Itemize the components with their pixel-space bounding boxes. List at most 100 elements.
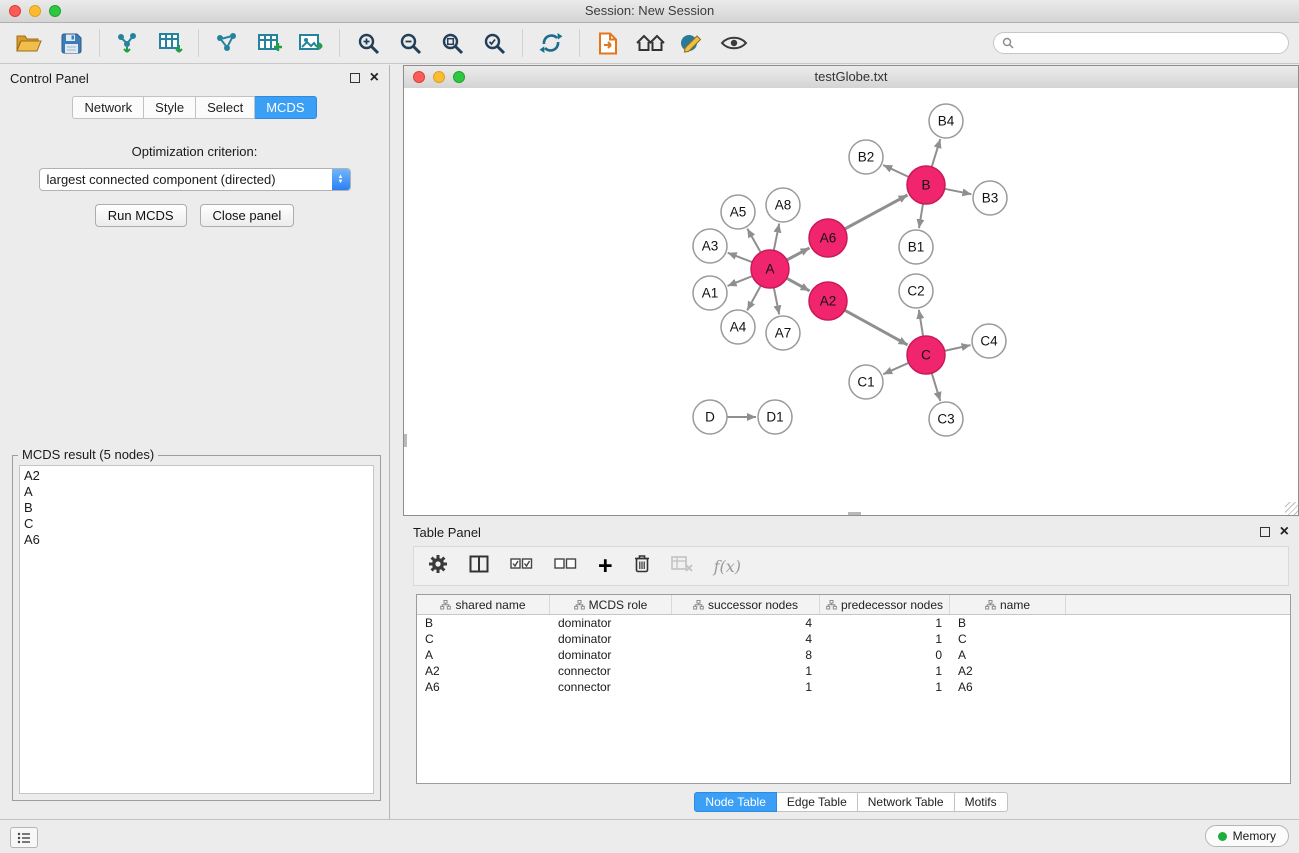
table-cell[interactable]: 1 bbox=[672, 679, 820, 695]
mcds-result-list[interactable]: A2ABCA6 bbox=[19, 465, 374, 794]
graph-edge-C-C1[interactable] bbox=[883, 363, 908, 374]
graph-node-A7[interactable]: A7 bbox=[766, 316, 800, 350]
zoom-window-button[interactable] bbox=[49, 5, 61, 17]
table-cell[interactable]: A2 bbox=[950, 663, 1066, 679]
table-row[interactable]: Adominator80A bbox=[417, 647, 1290, 663]
column-header-name[interactable]: name bbox=[950, 595, 1066, 614]
table-cell[interactable]: connector bbox=[550, 679, 672, 695]
table-cell[interactable]: 1 bbox=[820, 663, 950, 679]
table-cell[interactable]: 8 bbox=[672, 647, 820, 663]
column-header-successor-nodes[interactable]: successor nodes bbox=[672, 595, 820, 614]
memory-button[interactable]: Memory bbox=[1205, 825, 1289, 847]
graph-edge-A-A1[interactable] bbox=[728, 276, 753, 286]
result-item[interactable]: C bbox=[24, 516, 369, 532]
graph-edge-B-B4[interactable] bbox=[932, 139, 941, 167]
float-panel-icon[interactable] bbox=[350, 73, 360, 83]
table-cell[interactable]: A6 bbox=[950, 679, 1066, 695]
criterion-dropdown[interactable]: largest connected component (directed) ▲… bbox=[39, 168, 351, 191]
network-window-titlebar[interactable]: testGlobe.txt bbox=[404, 66, 1298, 89]
import-network-button[interactable] bbox=[108, 26, 148, 60]
table-cell[interactable]: dominator bbox=[550, 647, 672, 663]
network-close-button[interactable] bbox=[413, 71, 425, 83]
network-minimize-button[interactable] bbox=[433, 71, 445, 83]
home-button[interactable] bbox=[630, 26, 670, 60]
zoom-out-button[interactable] bbox=[390, 26, 430, 60]
table-row[interactable]: A6connector11A6 bbox=[417, 679, 1290, 695]
table-cell[interactable]: 1 bbox=[820, 615, 950, 631]
table-cell[interactable]: 1 bbox=[820, 679, 950, 695]
column-header-shared-name[interactable]: shared name bbox=[417, 595, 550, 614]
graph-edge-B-B1[interactable] bbox=[919, 204, 923, 228]
table-cell[interactable]: 1 bbox=[672, 663, 820, 679]
table-cell[interactable]: A bbox=[950, 647, 1066, 663]
graph-edge-A-A4[interactable] bbox=[747, 286, 761, 311]
column-header-predecessor-nodes[interactable]: predecessor nodes bbox=[820, 595, 950, 614]
network-zoom-button[interactable] bbox=[453, 71, 465, 83]
table-cell[interactable]: A bbox=[417, 647, 550, 663]
graph-edge-C-C4[interactable] bbox=[945, 345, 971, 351]
task-history-button[interactable] bbox=[10, 827, 38, 848]
table-cell[interactable]: A2 bbox=[417, 663, 550, 679]
horizontal-scroll-thumb[interactable] bbox=[848, 512, 861, 515]
graph-node-A[interactable]: A bbox=[751, 250, 789, 288]
graph-node-C2[interactable]: C2 bbox=[899, 274, 933, 308]
export-image-button[interactable] bbox=[291, 26, 331, 60]
run-mcds-button[interactable]: Run MCDS bbox=[95, 204, 187, 227]
graph-edge-A-A8[interactable] bbox=[774, 224, 779, 251]
select-all-button[interactable] bbox=[510, 557, 533, 575]
graph-edge-A-A3[interactable] bbox=[728, 253, 753, 262]
tab-motifs[interactable]: Motifs bbox=[955, 792, 1008, 812]
graph-node-A6[interactable]: A6 bbox=[809, 219, 847, 257]
add-row-button[interactable]: + bbox=[598, 554, 613, 579]
window-titlebar[interactable]: Session: New Session bbox=[0, 0, 1299, 23]
tab-select[interactable]: Select bbox=[196, 96, 255, 119]
search-field[interactable] bbox=[993, 32, 1289, 54]
graph-edge-C-C2[interactable] bbox=[919, 310, 923, 336]
resize-grip[interactable] bbox=[1285, 502, 1298, 515]
graph-node-B4[interactable]: B4 bbox=[929, 104, 963, 138]
graph-node-A3[interactable]: A3 bbox=[693, 229, 727, 263]
table-row[interactable]: Cdominator41C bbox=[417, 631, 1290, 647]
graph-node-B3[interactable]: B3 bbox=[973, 181, 1007, 215]
zoom-in-button[interactable] bbox=[348, 26, 388, 60]
result-item[interactable]: B bbox=[24, 500, 369, 516]
vertical-scroll-thumb[interactable] bbox=[404, 434, 407, 447]
graph-edge-C-C3[interactable] bbox=[932, 373, 941, 401]
table-cell[interactable]: 1 bbox=[820, 631, 950, 647]
table-cell[interactable]: B bbox=[950, 615, 1066, 631]
delete-rows-button[interactable] bbox=[634, 554, 650, 578]
table-cell[interactable]: C bbox=[950, 631, 1066, 647]
table-cell[interactable]: dominator bbox=[550, 631, 672, 647]
zoom-selected-button[interactable] bbox=[474, 26, 514, 60]
table-cell[interactable]: A6 bbox=[417, 679, 550, 695]
graph-node-A4[interactable]: A4 bbox=[721, 310, 755, 344]
graph-edge-A6-B[interactable] bbox=[845, 195, 908, 229]
function-builder-button[interactable]: f(x) bbox=[714, 557, 741, 576]
annotation-button[interactable] bbox=[672, 26, 712, 60]
table-cell[interactable]: dominator bbox=[550, 615, 672, 631]
tab-node-table[interactable]: Node Table bbox=[694, 792, 777, 812]
graph-edge-A-A5[interactable] bbox=[747, 229, 760, 253]
graph-node-A2[interactable]: A2 bbox=[809, 282, 847, 320]
graph-node-C[interactable]: C bbox=[907, 336, 945, 374]
table-row[interactable]: A2connector11A2 bbox=[417, 663, 1290, 679]
graph-edge-A-A2[interactable] bbox=[787, 278, 810, 291]
graph-node-D[interactable]: D bbox=[693, 400, 727, 434]
network-canvas[interactable]: B4B2BB3A5A8A6B1A3AC2A1A2A4A7C4CC1C3DD1 bbox=[404, 88, 1298, 515]
open-recent-button[interactable] bbox=[588, 26, 628, 60]
graph-node-A5[interactable]: A5 bbox=[721, 195, 755, 229]
graph-node-C4[interactable]: C4 bbox=[972, 324, 1006, 358]
search-input[interactable] bbox=[1019, 35, 1280, 51]
graph-node-C1[interactable]: C1 bbox=[849, 365, 883, 399]
graph-edge-B-B2[interactable] bbox=[883, 165, 909, 177]
tab-edge-table[interactable]: Edge Table bbox=[777, 792, 858, 812]
column-header-MCDS-role[interactable]: MCDS role bbox=[550, 595, 672, 614]
close-table-panel-icon[interactable]: × bbox=[1280, 524, 1289, 540]
table-cell[interactable]: connector bbox=[550, 663, 672, 679]
graph-edge-B-B3[interactable] bbox=[945, 189, 972, 194]
table-cell[interactable]: C bbox=[417, 631, 550, 647]
tab-network[interactable]: Network bbox=[72, 96, 144, 119]
table-settings-button[interactable] bbox=[428, 554, 448, 579]
table-cell[interactable]: 4 bbox=[672, 631, 820, 647]
table-row[interactable]: Bdominator41B bbox=[417, 615, 1290, 631]
